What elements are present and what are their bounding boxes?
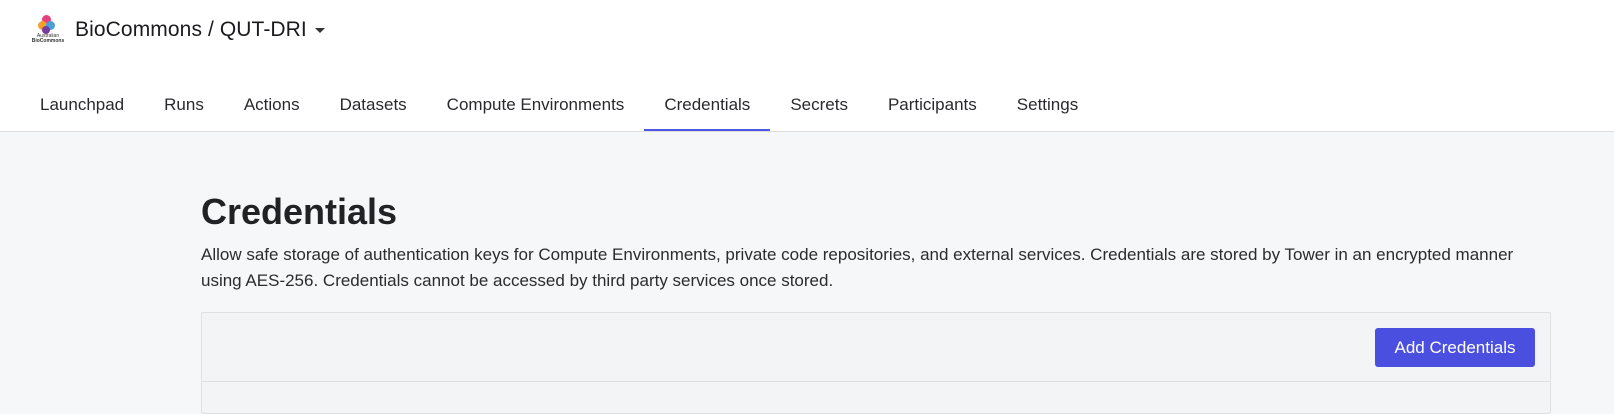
- organization-switcher[interactable]: Australian BioCommons BioCommons / QUT-D…: [31, 10, 325, 50]
- tab-participants[interactable]: Participants: [868, 87, 997, 131]
- add-credentials-button[interactable]: Add Credentials: [1375, 328, 1535, 367]
- tab-secrets[interactable]: Secrets: [770, 87, 868, 131]
- tab-settings[interactable]: Settings: [997, 87, 1098, 131]
- tab-launchpad[interactable]: Launchpad: [20, 87, 144, 131]
- tab-actions[interactable]: Actions: [224, 87, 320, 131]
- biocommons-logo: Australian BioCommons: [31, 15, 65, 45]
- tab-credentials[interactable]: Credentials: [644, 87, 771, 131]
- tab-datasets[interactable]: Datasets: [320, 87, 427, 131]
- organization-name[interactable]: BioCommons / QUT-DRI: [75, 18, 307, 42]
- logo-text-line2: BioCommons: [31, 38, 65, 44]
- chevron-down-icon[interactable]: [314, 27, 325, 33]
- panel-header: Add Credentials: [202, 313, 1550, 382]
- page-content: Credentials Allow safe storage of authen…: [201, 190, 1551, 294]
- page-title: Credentials: [201, 191, 398, 232]
- workspace-tabs: Launchpad Runs Actions Datasets Compute …: [20, 87, 1098, 131]
- tab-runs[interactable]: Runs: [144, 87, 224, 131]
- top-navigation: Australian BioCommons BioCommons / QUT-D…: [0, 0, 1614, 132]
- tab-compute-environments[interactable]: Compute Environments: [427, 87, 645, 131]
- page-description: Allow safe storage of authentication key…: [201, 245, 1514, 290]
- credentials-panel: Add Credentials: [201, 312, 1551, 414]
